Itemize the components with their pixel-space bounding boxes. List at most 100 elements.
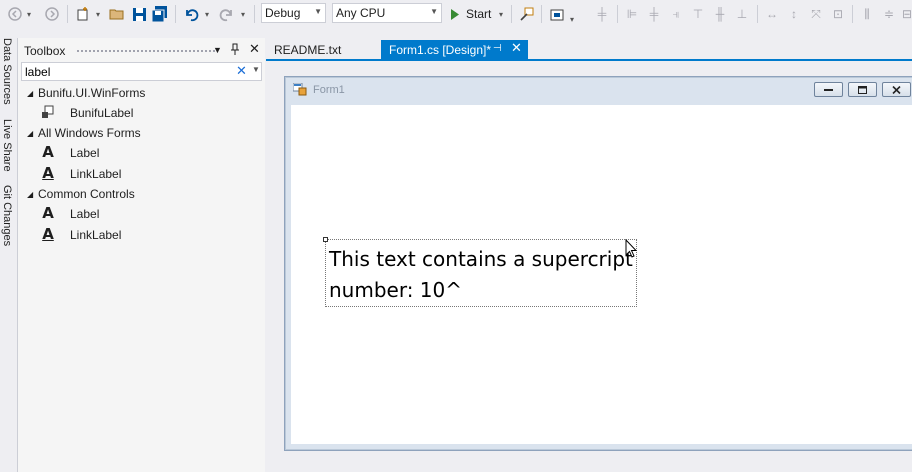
align-to-grid-icon[interactable]: ╪ — [594, 5, 610, 23]
align-rights-icon[interactable]: ⫣ — [668, 5, 684, 23]
mouse-cursor-icon — [625, 239, 637, 258]
toolbox-item-label[interactable]: A Label — [18, 143, 265, 163]
configuration-dropdown[interactable]: Debug ▼ — [261, 3, 326, 23]
tab-pin-icon[interactable]: ⊣ — [493, 43, 502, 54]
tab-label: Form1.cs [Design]* — [389, 42, 492, 57]
label-text: This text contains a supercript number: … — [329, 247, 640, 302]
toolbox-item-linklabel[interactable]: A LinkLabel — [18, 164, 265, 184]
toolbox-panel: Toolbox ▼ ✕ ✕ ▼ ◢ Bunifu.UI.WinForms Bun… — [17, 38, 265, 472]
tab-form1-design[interactable]: Form1.cs [Design]* ⊣ ✕ — [381, 40, 528, 59]
tab-readme[interactable]: README.txt — [266, 40, 378, 59]
expanded-triangle-icon[interactable]: ◢ — [27, 129, 33, 138]
layout-dropdown-icon[interactable]: ▾ — [569, 10, 575, 28]
align-centers-icon[interactable]: ╪ — [646, 5, 662, 23]
toolbox-search-box[interactable]: ✕ ▼ — [21, 62, 262, 81]
search-options-dropdown-icon[interactable]: ▼ — [252, 65, 260, 74]
side-tool-strip: Data Sources Live Share Git Changes — [0, 28, 16, 472]
toolbox-header: Toolbox ▼ ✕ — [18, 40, 265, 60]
form-title-bar[interactable]: Form1 — [285, 77, 912, 102]
item-label: LinkLabel — [70, 228, 122, 242]
toolbar-separator — [175, 5, 176, 23]
label-control[interactable]: This text contains a supercript number: … — [323, 237, 640, 307]
expanded-triangle-icon[interactable]: ◢ — [27, 89, 33, 98]
data-sources-tab[interactable]: Data Sources — [1, 38, 13, 105]
navigate-forward-icon[interactable] — [43, 5, 61, 23]
platform-value: Any CPU — [336, 6, 386, 20]
toolbar-separator — [757, 5, 758, 23]
expanded-triangle-icon[interactable]: ◢ — [27, 190, 33, 199]
toolbar-overflow-icon[interactable]: ⊟ — [902, 5, 912, 23]
linklabel-icon: A — [42, 225, 54, 243]
clear-search-icon[interactable]: ✕ — [236, 63, 247, 79]
maximize-icon[interactable] — [848, 82, 877, 97]
toolbar-separator — [254, 5, 255, 23]
close-icon[interactable]: ✕ — [249, 41, 260, 57]
toolbar-separator — [511, 5, 512, 23]
form-client-area[interactable]: This text contains a supercript number: … — [291, 105, 912, 444]
close-icon[interactable] — [882, 82, 911, 97]
pin-icon[interactable] — [230, 43, 240, 58]
toolbox-group-all-windows-forms[interactable]: ◢ All Windows Forms — [18, 123, 265, 143]
make-same-height-icon[interactable]: ↕ — [786, 5, 802, 23]
toolbox-group-common-controls[interactable]: ◢ Common Controls — [18, 184, 265, 204]
align-middles-icon[interactable]: ╫ — [712, 5, 728, 23]
platform-dropdown[interactable]: Any CPU ▼ — [332, 3, 442, 23]
minimize-icon[interactable] — [814, 82, 843, 97]
toolbox-search-input[interactable] — [25, 64, 225, 79]
open-folder-icon[interactable] — [108, 5, 126, 23]
editor-area: README.txt Form1.cs [Design]* ⊣ ✕ Form1 — [266, 38, 912, 472]
label-icon: A — [42, 204, 54, 222]
form-icon — [292, 82, 307, 96]
tab-order-icon[interactable] — [548, 5, 566, 23]
redo-dropdown-icon[interactable]: ▾ — [240, 5, 246, 23]
item-label: LinkLabel — [70, 167, 122, 181]
start-dropdown-icon[interactable]: ▾ — [497, 5, 505, 23]
git-changes-tab[interactable]: Git Changes — [1, 185, 13, 246]
toolbar-separator — [852, 5, 853, 23]
browser-link-icon[interactable] — [517, 5, 535, 23]
item-label: Label — [70, 146, 100, 160]
undo-icon[interactable] — [182, 5, 200, 23]
toolbox-title: Toolbox — [24, 44, 66, 58]
form-window[interactable]: Form1 This text contains a supercript nu… — [284, 76, 912, 451]
vertical-spacing-icon[interactable]: ≑ — [881, 5, 897, 23]
toolbox-item-label[interactable]: A Label — [18, 204, 265, 224]
make-same-size-icon[interactable]: ⊡ — [830, 5, 846, 23]
document-tab-strip: README.txt Form1.cs [Design]* ⊣ ✕ — [266, 38, 912, 61]
label-icon: A — [42, 143, 54, 161]
toolbox-group-bunifu[interactable]: ◢ Bunifu.UI.WinForms — [18, 83, 265, 103]
redo-icon[interactable] — [217, 5, 235, 23]
window-position-dropdown-icon[interactable]: ▼ — [213, 45, 222, 55]
item-label: Label — [70, 207, 100, 221]
back-dropdown-icon[interactable]: ▾ — [26, 5, 32, 23]
tab-label: README.txt — [274, 42, 342, 57]
align-tops-icon[interactable]: ⊤ — [690, 5, 706, 23]
toolbox-drag-grip[interactable] — [76, 49, 216, 54]
group-label: Bunifu.UI.WinForms — [38, 86, 146, 100]
bunifu-label-icon — [40, 104, 56, 120]
form-title: Form1 — [313, 84, 345, 96]
save-all-icon[interactable] — [151, 5, 169, 23]
tab-close-icon[interactable]: ✕ — [511, 40, 522, 56]
make-same-width-icon[interactable]: ↔ — [764, 5, 780, 23]
start-button[interactable]: Start — [450, 5, 498, 23]
size-to-grid-icon[interactable]: ⤧ — [808, 5, 824, 23]
play-icon — [451, 8, 459, 20]
align-bottoms-icon[interactable]: ⊥ — [734, 5, 750, 23]
navigate-back-icon[interactable] — [6, 5, 24, 23]
toolbox-item-bunifulabel[interactable]: BunifuLabel — [18, 103, 265, 123]
save-icon[interactable] — [130, 5, 148, 23]
undo-dropdown-icon[interactable]: ▾ — [204, 5, 210, 23]
live-share-tab[interactable]: Live Share — [1, 119, 13, 172]
new-project-icon[interactable] — [74, 5, 92, 23]
chevron-down-icon: ▼ — [314, 7, 322, 16]
align-lefts-icon[interactable]: ⊫ — [624, 5, 640, 23]
horizontal-spacing-icon[interactable]: ⫼ — [859, 5, 875, 23]
form-design-surface[interactable]: Form1 This text contains a supercript nu… — [266, 61, 912, 472]
resize-handle[interactable] — [323, 237, 328, 242]
toolbox-item-linklabel[interactable]: A LinkLabel — [18, 225, 265, 245]
group-label: All Windows Forms — [38, 126, 141, 140]
toolbar-separator — [541, 5, 542, 23]
start-label: Start — [466, 7, 492, 21]
new-dropdown-icon[interactable]: ▾ — [95, 5, 101, 23]
